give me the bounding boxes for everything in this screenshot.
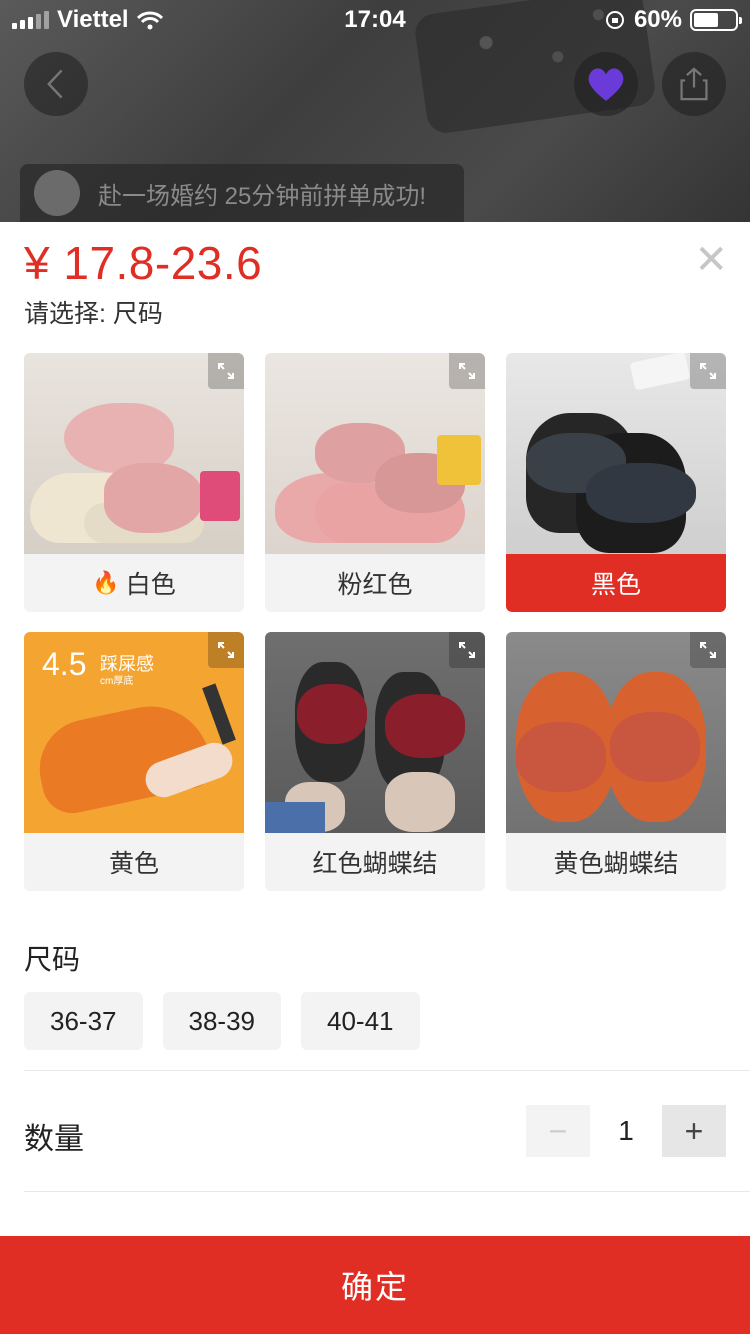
color-label: 黄色: [108, 850, 159, 878]
toast-text: 赴一场婚约 25分钟前拼单成功!: [98, 182, 427, 210]
divider: [24, 1070, 750, 1071]
fire-icon: 🔥: [92, 570, 120, 595]
expand-icon[interactable]: [449, 632, 485, 668]
battery-percent: 60%: [633, 6, 682, 33]
product-thumbnail: 4.5 踩屎感 cm厚底: [24, 632, 244, 833]
heart-icon: [588, 68, 624, 101]
color-options-grid: 🔥 白色 粉红色 黑色 4.5 踩屎感 cm厚底 黄色 红色蝴蝶结 黄色蝴蝶结: [24, 353, 726, 891]
size-section-title: 尺码: [24, 944, 81, 975]
quantity-label: 数量: [24, 1123, 84, 1156]
avatar: [34, 170, 80, 216]
color-label: 粉红色: [337, 571, 413, 599]
quantity-stepper: − 1 +: [526, 1105, 726, 1157]
color-option-yellow-bow[interactable]: 黄色蝴蝶结: [506, 632, 726, 891]
sku-selection-sheet: ¥ 17.8-23.6 ✕ 请选择: 尺码 🔥 白色 粉红色 黑色 4.5 踩屎…: [0, 222, 750, 1334]
size-option[interactable]: 38-39: [162, 992, 281, 1050]
decrease-button[interactable]: −: [526, 1105, 590, 1157]
badge-small: cm厚底: [100, 676, 134, 687]
expand-icon[interactable]: [208, 353, 244, 389]
increase-button[interactable]: +: [662, 1105, 726, 1157]
product-thumbnail: [24, 353, 244, 554]
color-option-white[interactable]: 🔥 白色: [24, 353, 244, 612]
thickness-badge: 4.5: [42, 646, 87, 682]
group-buy-toast: 赴一场婚约 25分钟前拼单成功!: [20, 164, 464, 222]
price-range: ¥ 17.8-23.6: [24, 237, 263, 289]
selection-prompt: 请选择: 尺码: [24, 300, 163, 328]
orientation-lock-icon: [604, 9, 626, 31]
color-label: 红色蝴蝶结: [312, 850, 438, 878]
product-thumbnail: [506, 353, 726, 554]
status-bar: Viettel 17:04 60%: [0, 0, 750, 40]
color-option-red-bow[interactable]: 红色蝴蝶结: [265, 632, 485, 891]
back-button[interactable]: [24, 52, 88, 116]
color-option-yellow[interactable]: 4.5 踩屎感 cm厚底 黄色: [24, 632, 244, 891]
product-thumbnail: [265, 632, 485, 833]
expand-icon[interactable]: [208, 632, 244, 668]
color-label: 白色: [125, 571, 176, 599]
close-icon[interactable]: ✕: [694, 240, 728, 280]
size-options: 36-37 38-39 40-41: [24, 992, 420, 1050]
expand-icon[interactable]: [690, 353, 726, 389]
product-thumbnail: [506, 632, 726, 833]
color-label: 黄色蝴蝶结: [553, 850, 679, 878]
color-label: 黑色: [590, 571, 641, 599]
expand-icon[interactable]: [690, 632, 726, 668]
color-option-black[interactable]: 黑色: [506, 353, 726, 612]
color-option-pink[interactable]: 粉红色: [265, 353, 485, 612]
size-option[interactable]: 40-41: [301, 992, 420, 1050]
expand-icon[interactable]: [449, 353, 485, 389]
product-thumbnail: [265, 353, 485, 554]
share-icon: [680, 67, 708, 101]
share-button[interactable]: [662, 52, 726, 116]
confirm-button[interactable]: 确定: [0, 1236, 750, 1334]
divider: [24, 1191, 750, 1192]
quantity-value: 1: [618, 1115, 634, 1146]
favorite-button[interactable]: [574, 52, 638, 116]
battery-icon: [690, 9, 742, 31]
size-option[interactable]: 36-37: [24, 992, 143, 1050]
